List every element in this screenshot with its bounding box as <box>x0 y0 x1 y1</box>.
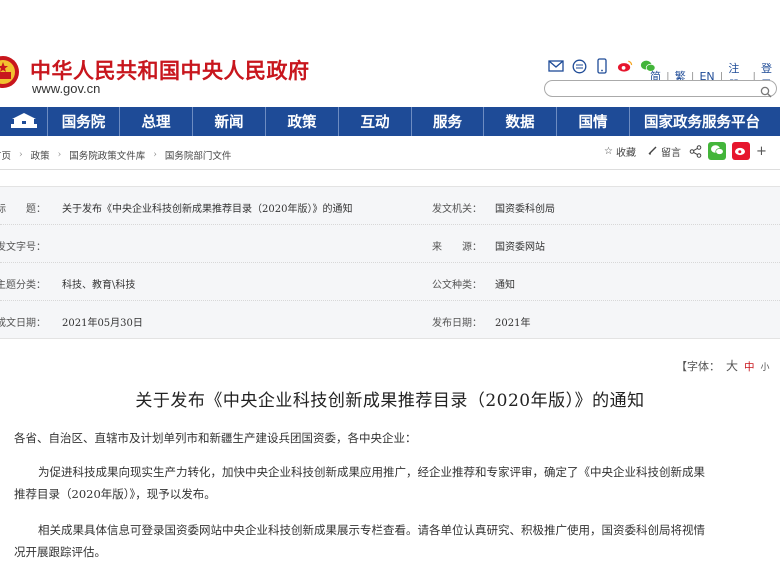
search-icon[interactable] <box>760 83 772 98</box>
issuer-label: 发文机关： <box>432 204 482 215</box>
breadcrumb-policy-library[interactable]: 国务院政策文件库 <box>69 148 145 162</box>
breadcrumb-home[interactable]: 首页 <box>0 148 11 162</box>
paragraph-1-line-2: 推荐目录（2020年版）》，现予以发布。 <box>14 487 216 501</box>
title-value: 关于发布《中央企业科技创新成果推荐目录（2020年版）》的通知 <box>62 204 353 215</box>
nav-item-interaction[interactable]: 互动 <box>339 107 412 136</box>
message-icon[interactable] <box>571 58 587 74</box>
paragraph-2-line-1: 相关成果具体信息可登录国资委网站中央企业科技创新成果展示专栏查看。请各单位认真研… <box>38 523 705 537</box>
nav-item-state-council[interactable]: 国务院 <box>48 107 120 136</box>
topic-value: 科技、教育\科技 <box>62 280 136 291</box>
national-emblem-icon[interactable] <box>0 54 20 90</box>
font-size-medium[interactable]: 中 <box>744 361 755 373</box>
nav-item-services[interactable]: 服务 <box>412 107 484 136</box>
pubdate-value: 2021年 <box>495 318 531 329</box>
chevron-right-icon: › <box>153 150 157 160</box>
star-icon: ☆ <box>604 145 613 157</box>
paragraph-2-line-2: 况开展跟踪评估。 <box>14 545 106 559</box>
nav-item-policy[interactable]: 政策 <box>266 107 339 136</box>
doctype-value: 通知 <box>495 280 515 291</box>
nav-item-news[interactable]: 新闻 <box>193 107 266 136</box>
source-value: 国资委网站 <box>495 242 545 253</box>
info-row: 标 题： 关于发布《中央企业科技创新成果推荐目录（2020年版）》的通知 发文机… <box>0 187 780 225</box>
font-size-switcher: 【字体： 大中小 <box>676 357 770 374</box>
font-size-small[interactable]: 小 <box>761 363 770 373</box>
more-share-button[interactable]: + <box>756 144 767 159</box>
breadcrumb-dept-files[interactable]: 国务院部门文件 <box>165 148 232 162</box>
date-label: 成文日期： <box>0 318 46 329</box>
article-tools: ☆ 收藏 留言 + <box>604 142 767 160</box>
issuer-value: 国资委科创局 <box>495 204 555 215</box>
pubdate-label: 发布日期： <box>432 318 482 329</box>
breadcrumb: 首页 › 政策 › 国务院政策文件库 › 国务院部门文件 <box>0 148 231 162</box>
comment-label: 留言 <box>660 147 681 159</box>
share-wechat-button[interactable] <box>707 142 726 160</box>
title-label: 标 题： <box>0 204 46 215</box>
site-header: 中华人民共和国中央人民政府 www.gov.cn 简 | 繁 | EN | 注册… <box>0 0 780 106</box>
article-title: 关于发布《中央企业科技创新成果推荐目录（2020年版）》的通知 <box>135 391 645 411</box>
document-info-table: 标 题： 关于发布《中央企业科技创新成果推荐目录（2020年版）》的通知 发文机… <box>0 186 780 339</box>
date-value: 2021年05月30日 <box>62 318 143 329</box>
tiananmen-home-icon <box>9 110 39 134</box>
weibo-icon[interactable] <box>617 58 633 74</box>
source-label: 来 源： <box>432 242 482 253</box>
favorite-button[interactable]: ☆ 收藏 <box>604 144 636 159</box>
weibo-icon <box>734 144 748 159</box>
share-weibo-button[interactable] <box>731 142 750 160</box>
main-nav: 国务院 总理 新闻 政策 互动 服务 数据 国情 国家政务服务平台 <box>0 107 780 136</box>
chevron-right-icon: › <box>19 150 23 160</box>
nav-item-data[interactable]: 数据 <box>484 107 557 136</box>
breadcrumb-policy[interactable]: 政策 <box>31 148 50 162</box>
info-row: 成文日期： 2021年05月30日 发布日期： 2021年 <box>0 301 780 339</box>
chevron-right-icon: › <box>57 150 62 160</box>
salutation: 各省、自治区、直辖市及计划单列市和新疆生产建设兵团国资委，各中央企业： <box>14 431 417 445</box>
topic-label: 主题分类： <box>0 280 46 291</box>
search-input[interactable] <box>544 80 777 98</box>
nav-item-national-info[interactable]: 国情 <box>557 107 630 136</box>
favorite-label: 收藏 <box>615 147 636 159</box>
site-url[interactable]: www.gov.cn <box>32 81 100 96</box>
paragraph-1-line-1: 为促进科技成果向现实生产力转化，加快中央企业科技创新成果应用推广，经企业推荐和专… <box>38 465 705 479</box>
info-row: 发文字号： 来 源： 国资委网站 <box>0 225 780 263</box>
nav-item-gov-service-platform[interactable]: 国家政务服务平台 <box>630 107 760 136</box>
nav-home-button[interactable] <box>0 107 48 136</box>
mobile-icon[interactable] <box>594 58 610 74</box>
mail-icon[interactable] <box>548 58 564 74</box>
font-size-prefix: 【字体： <box>676 360 720 373</box>
nav-item-premier[interactable]: 总理 <box>120 107 193 136</box>
share-icon[interactable] <box>689 144 702 158</box>
info-row: 主题分类： 科技、教育\科技 公文种类： 通知 <box>0 263 780 301</box>
doctype-label: 公文种类： <box>432 280 482 291</box>
wechat-icon <box>710 144 724 159</box>
pencil-icon <box>648 145 658 158</box>
top-icon-bar <box>548 58 656 74</box>
font-size-large[interactable]: 大 <box>726 359 738 373</box>
docno-label: 发文字号： <box>0 242 46 253</box>
comment-button[interactable]: 留言 <box>648 144 681 159</box>
